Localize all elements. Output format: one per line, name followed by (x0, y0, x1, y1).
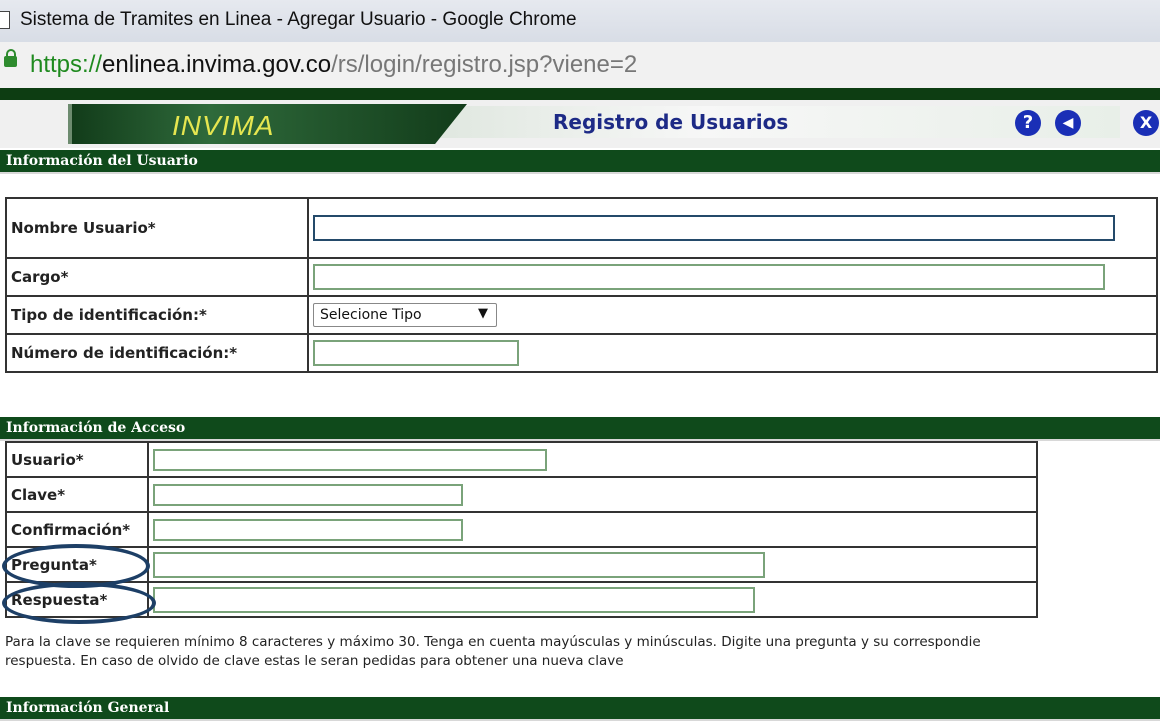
url-text[interactable]: https://enlinea.invima.gov.co/rs/login/r… (30, 51, 637, 79)
invima-logo: INVIMA (172, 110, 275, 141)
url-path: /rs/login/registro.jsp?viene=2 (331, 51, 638, 78)
section-title: Información General (6, 700, 170, 716)
close-icon[interactable]: X (1133, 110, 1159, 136)
chevron-down-icon: ▼ (478, 306, 488, 321)
clave-cell (147, 476, 1038, 513)
cargo-label: Cargo* (5, 257, 309, 297)
respuesta-input[interactable] (153, 586, 755, 613)
clave-input[interactable] (153, 483, 463, 506)
section-access-info: Información de Acceso (0, 417, 1160, 441)
usuario-label: Usuario* (5, 441, 149, 478)
url-scheme: https:// (30, 51, 103, 78)
nombre-usuario-label: Nombre Usuario* (5, 197, 309, 259)
user-info-table: Nombre Usuario* Cargo* Tipo de identific… (5, 197, 1158, 373)
password-help-text: Para la clave se requieren mínimo 8 cara… (5, 633, 1160, 671)
numero-identificacion-label: Número de identificación:* (5, 333, 309, 373)
help-icon[interactable]: ? (1015, 110, 1041, 136)
pregunta-input[interactable] (153, 551, 765, 578)
confirmacion-label: Confirmación* (5, 511, 149, 548)
address-bar[interactable]: https://enlinea.invima.gov.co/rs/login/r… (0, 42, 1160, 89)
tipo-identificacion-select[interactable]: Selecione Tipo ▼ (313, 303, 497, 327)
browser-titlebar: Sistema de Tramites en Linea - Agregar U… (0, 0, 1160, 43)
cargo-cell (307, 257, 1158, 297)
usuario-input[interactable] (153, 448, 547, 471)
confirmacion-cell (147, 511, 1038, 548)
nombre-usuario-cell (307, 197, 1158, 259)
select-value: Selecione Tipo (320, 307, 422, 323)
page-title: Registro de Usuarios (553, 110, 789, 134)
tipo-identificacion-label: Tipo de identificación:* (5, 295, 309, 335)
cargo-input[interactable] (313, 264, 1105, 290)
access-info-table: Usuario* Clave* Confirmación* Pregunta* … (5, 441, 1038, 618)
numero-identificacion-cell (307, 333, 1158, 373)
pregunta-cell (147, 546, 1038, 583)
app-header: INVIMA Registro de Usuarios ? ◀ X (0, 100, 1160, 148)
section-title: Información del Usuario (6, 153, 198, 169)
confirmacion-input[interactable] (153, 518, 463, 541)
section-general-info: Información General (0, 697, 1160, 721)
document-icon (0, 11, 10, 29)
lock-icon (4, 49, 17, 67)
annotation-circle-respuesta (2, 582, 156, 624)
section-title: Información de Acceso (6, 420, 186, 436)
clave-label: Clave* (5, 476, 149, 513)
section-user-info: Información del Usuario (0, 150, 1160, 174)
header-top-strip (0, 88, 1160, 100)
nombre-usuario-input[interactable] (313, 215, 1115, 241)
help-line-2: respuesta. En caso de olvido de clave es… (5, 653, 624, 669)
back-icon[interactable]: ◀ (1055, 110, 1081, 136)
respuesta-cell (147, 581, 1038, 618)
usuario-cell (147, 441, 1038, 478)
tipo-identificacion-cell: Selecione Tipo ▼ (307, 295, 1158, 335)
window-title: Sistema de Tramites en Linea - Agregar U… (20, 9, 577, 30)
help-line-1: Para la clave se requieren mínimo 8 cara… (5, 634, 981, 650)
numero-identificacion-input[interactable] (313, 340, 519, 366)
url-host: enlinea.invima.gov.co (102, 51, 332, 78)
